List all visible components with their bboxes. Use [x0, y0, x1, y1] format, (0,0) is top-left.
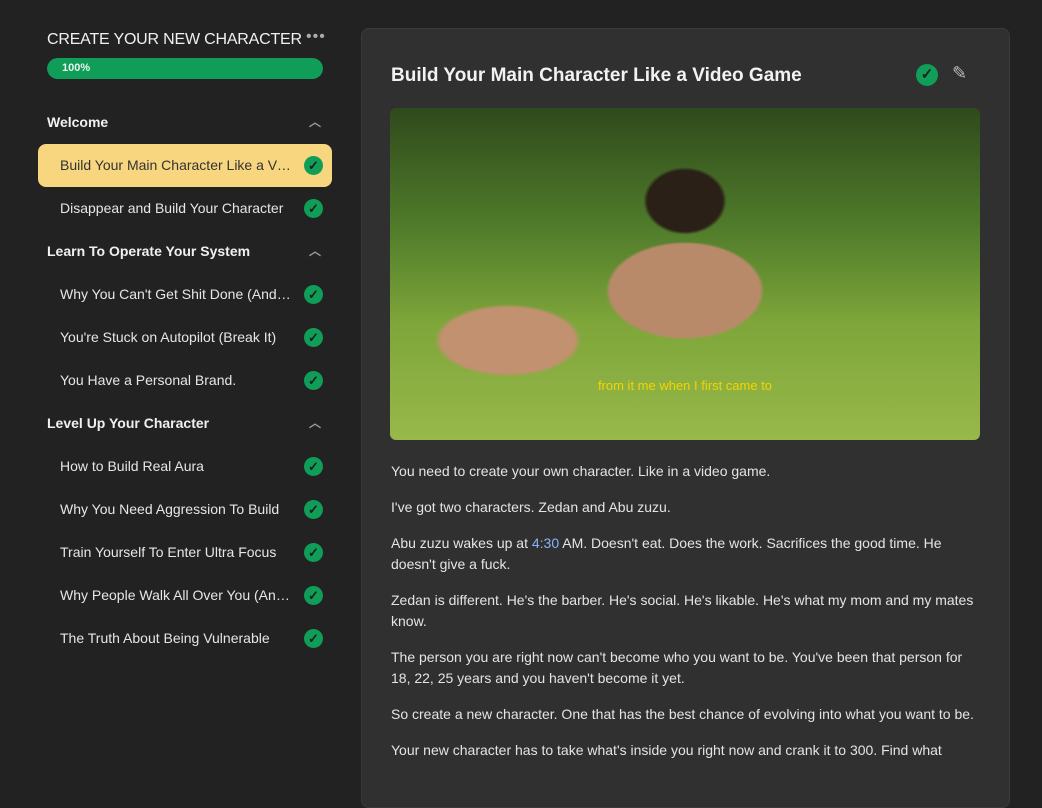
video-subtitle: from it me when I first came to	[597, 378, 773, 393]
pencil-icon[interactable]: ✎	[952, 63, 967, 84]
lesson-title: You're Stuck on Autopilot (Break It)	[60, 329, 277, 345]
section-header[interactable]: Learn To Operate Your System ︿	[47, 243, 323, 263]
timestamp-link[interactable]: 4:30	[532, 535, 559, 551]
lesson-title: How to Build Real Aura	[60, 458, 204, 474]
lesson-title-heading: Build Your Main Character Like a Video G…	[391, 65, 802, 86]
section-title: Level Up Your Character	[47, 415, 210, 431]
check-icon: ✓	[304, 457, 323, 476]
check-icon: ✓	[304, 586, 323, 605]
lesson-item[interactable]: Disappear and Build Your Character ✓	[38, 187, 332, 230]
section-title: Learn To Operate Your System	[47, 243, 251, 259]
lesson-title: You Have a Personal Brand.	[60, 372, 237, 388]
section-title: Welcome	[47, 114, 109, 130]
paragraph: You need to create your own character. L…	[391, 463, 771, 479]
lesson-item[interactable]: Build Your Main Character Like a Video G…	[38, 144, 332, 187]
lesson-item[interactable]: Why People Walk All Over You (And How to…	[38, 574, 332, 617]
course-sidebar: CREATE YOUR NEW CHARACTER ••• 100% Welco…	[0, 0, 350, 790]
lesson-title: Why You Need Aggression To Build	[60, 501, 280, 517]
paragraph: Your new character has to take what's in…	[391, 742, 942, 758]
lesson-item[interactable]: You're Stuck on Autopilot (Break It) ✓	[38, 316, 332, 359]
check-icon: ✓	[304, 629, 323, 648]
check-icon: ✓	[304, 285, 323, 304]
more-options-icon[interactable]: •••	[306, 28, 326, 46]
check-icon: ✓	[304, 156, 323, 175]
lesson-title: The Truth About Being Vulnerable	[60, 630, 270, 646]
chevron-up-icon[interactable]: ︿	[309, 414, 321, 431]
chevron-up-icon[interactable]: ︿	[309, 242, 321, 259]
lesson-item[interactable]: How to Build Real Aura ✓	[38, 445, 332, 488]
lesson-title: Disappear and Build Your Character	[60, 200, 284, 216]
lesson-title: Train Yourself To Enter Ultra Focus	[60, 544, 277, 560]
lesson-item[interactable]: The Truth About Being Vulnerable ✓	[38, 617, 332, 660]
paragraph: The person you are right now can't becom…	[391, 649, 963, 686]
lesson-title: Why You Can't Get Shit Done (And How to …	[60, 286, 292, 302]
check-icon: ✓	[304, 328, 323, 347]
lesson-title: Build Your Main Character Like a Video G…	[60, 157, 292, 173]
lesson-item[interactable]: Why You Can't Get Shit Done (And How to …	[38, 273, 332, 316]
completed-check-icon[interactable]: ✓	[916, 64, 938, 86]
section-header[interactable]: Welcome ︿	[47, 114, 323, 134]
video-player[interactable]: from it me when I first came to	[390, 108, 980, 440]
lesson-body: You need to create your own character. L…	[391, 461, 981, 776]
paragraph: Abu zuzu wakes up at 4:30 AM. Doesn't ea…	[391, 533, 981, 575]
check-icon: ✓	[304, 371, 323, 390]
paragraph-text: Abu zuzu wakes up at	[391, 535, 532, 551]
paragraph: Zedan is different. He's the barber. He'…	[391, 592, 974, 629]
check-icon: ✓	[304, 199, 323, 218]
lesson-content: Build Your Main Character Like a Video G…	[361, 28, 1010, 808]
lesson-item[interactable]: Why You Need Aggression To Build ✓	[38, 488, 332, 531]
course-progress-bar: 100%	[47, 58, 323, 79]
check-icon: ✓	[304, 543, 323, 562]
lesson-item[interactable]: You Have a Personal Brand. ✓	[38, 359, 332, 402]
paragraph: I've got two characters. Zedan and Abu z…	[391, 499, 671, 515]
paragraph: So create a new character. One that has …	[391, 706, 974, 722]
check-icon: ✓	[304, 500, 323, 519]
progress-label: 100%	[62, 62, 91, 74]
course-title: CREATE YOUR NEW CHARACTER	[47, 31, 302, 48]
lesson-item[interactable]: Train Yourself To Enter Ultra Focus ✓	[38, 531, 332, 574]
lesson-title: Why People Walk All Over You (And How to…	[60, 587, 292, 603]
chevron-up-icon[interactable]: ︿	[309, 113, 321, 130]
section-header[interactable]: Level Up Your Character ︿	[47, 415, 323, 435]
